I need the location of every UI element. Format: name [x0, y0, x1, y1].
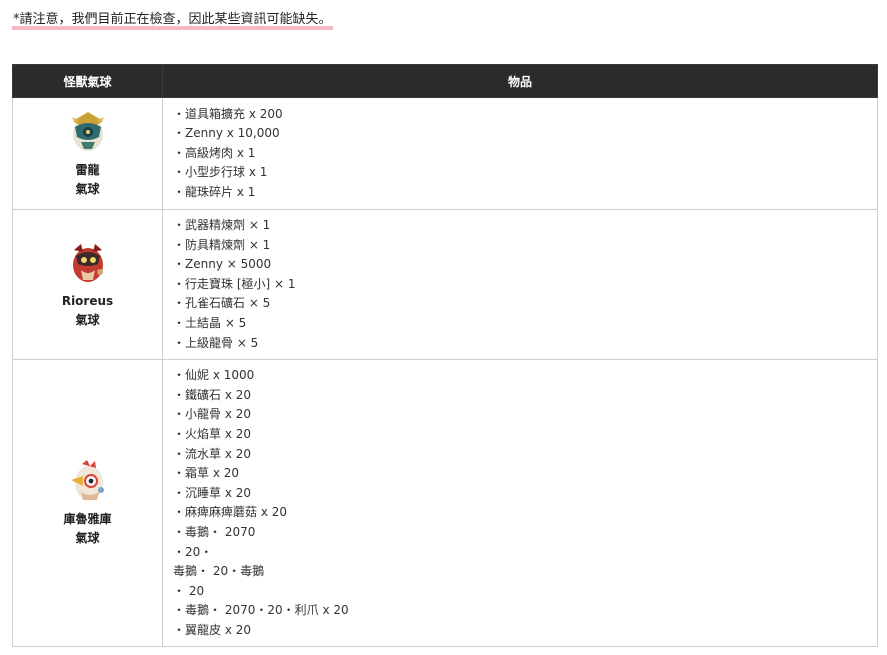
list-item: ・鐵礦石 x 20 — [173, 387, 252, 402]
monster-name-line1: 庫魯雅庫 — [63, 512, 112, 527]
list-item: ・Zenny × 5000 — [173, 257, 272, 272]
list-item: ・麻痺麻痺蘑菇 x 20 — [173, 505, 288, 520]
header-monster: 怪獸氣球 — [12, 64, 163, 98]
monster-name-line1: 雷龍 — [75, 162, 100, 177]
list-item: ・毒鵝・ 2070 — [173, 524, 256, 539]
list-item: ・土結晶 × 5 — [173, 315, 247, 330]
items-cell: ・道具箱擴充 x 200 ・Zenny x 10,000 ・高級烤肉 x 1 ・… — [162, 97, 878, 210]
list-item: ・20・ — [173, 544, 213, 559]
list-item: ・防具精煉劑 × 1 — [173, 237, 271, 252]
list-item: ・行走寶珠 [極小] × 1 — [173, 276, 296, 291]
reward-table: 怪獸氣球 物品 雷龍 氣球 ・道具箱擴充 x 200 ・Zenny x 10,0… — [12, 64, 878, 648]
list-item: ・孔雀石礦石 × 5 — [173, 296, 271, 311]
list-item: ・沉睡草 x 20 — [173, 485, 252, 500]
list-item: ・霜草 x 20 — [173, 466, 240, 481]
monster-name-line2: 氣球 — [75, 312, 100, 327]
table-row: 雷龍 氣球 ・道具箱擴充 x 200 ・Zenny x 10,000 ・高級烤肉… — [12, 97, 878, 210]
item-list: ・仙妮 x 1000 ・鐵礦石 x 20 ・小龍骨 x 20 ・火焰草 x 20… — [173, 366, 867, 640]
table-header-row: 怪獸氣球 物品 — [12, 64, 878, 98]
list-item: ・小型步行球 x 1 — [173, 165, 268, 180]
monster-cell: 雷龍 氣球 — [12, 97, 163, 210]
list-item: ・Zenny x 10,000 — [173, 126, 280, 141]
header-items: 物品 — [162, 64, 878, 98]
table-row: 庫魯雅庫 氣球 ・仙妮 x 1000 ・鐵礦石 x 20 ・小龍骨 x 20 ・… — [12, 359, 878, 648]
zinogre-balloon-icon — [70, 111, 105, 151]
kulu-ya-ku-balloon-icon — [70, 460, 104, 501]
list-item: ・ 20 — [173, 583, 205, 598]
list-item: ・道具箱擴充 x 200 — [173, 106, 283, 121]
list-item: ・流水草 x 20 — [173, 446, 252, 461]
list-item: ・小龍骨 x 20 — [173, 407, 252, 422]
monster-name-line1: Rioreus — [61, 293, 114, 308]
list-item: ・上級龍骨 × 5 — [173, 335, 259, 350]
monster-cell: 庫魯雅庫 氣球 — [12, 359, 163, 648]
monster-cell: Rioreus 氣球 — [12, 208, 163, 361]
list-item: ・龍珠碎片 x 1 — [173, 184, 256, 199]
list-item: ・武器精煉劑 × 1 — [173, 218, 271, 232]
list-item: 毒鵝・ 20・毒鵝 — [173, 564, 265, 579]
list-item: ・火焰草 x 20 — [173, 426, 252, 441]
notice-highlight: *請注意，我們目前正在檢查，因此某些資訊可能缺失。 — [12, 12, 333, 30]
monster-name-line2: 氣球 — [75, 531, 100, 546]
items-cell: ・武器精煉劑 × 1 ・防具精煉劑 × 1 ・Zenny × 5000 ・行走寶… — [162, 208, 878, 361]
items-cell: ・仙妮 x 1000 ・鐵礦石 x 20 ・小龍骨 x 20 ・火焰草 x 20… — [162, 359, 878, 648]
rathalos-balloon-icon — [72, 243, 103, 282]
item-list: ・武器精煉劑 × 1 ・防具精煉劑 × 1 ・Zenny × 5000 ・行走寶… — [173, 216, 867, 353]
list-item: ・高級烤肉 x 1 — [173, 145, 256, 160]
item-list: ・道具箱擴充 x 200 ・Zenny x 10,000 ・高級烤肉 x 1 ・… — [173, 105, 867, 203]
monster-name-line2: 氣球 — [75, 181, 100, 196]
list-item: ・毒鵝・ 2070・20・利爪 x 20 — [173, 603, 349, 618]
table-row: Rioreus 氣球 ・武器精煉劑 × 1 ・防具精煉劑 × 1 ・Zenny … — [12, 208, 878, 361]
notice-text: *請注意，我們目前正在檢查，因此某些資訊可能缺失。 — [12, 10, 333, 30]
list-item: ・仙妮 x 1000 — [173, 368, 255, 383]
list-item: ・翼龍皮 x 20 — [173, 622, 252, 637]
